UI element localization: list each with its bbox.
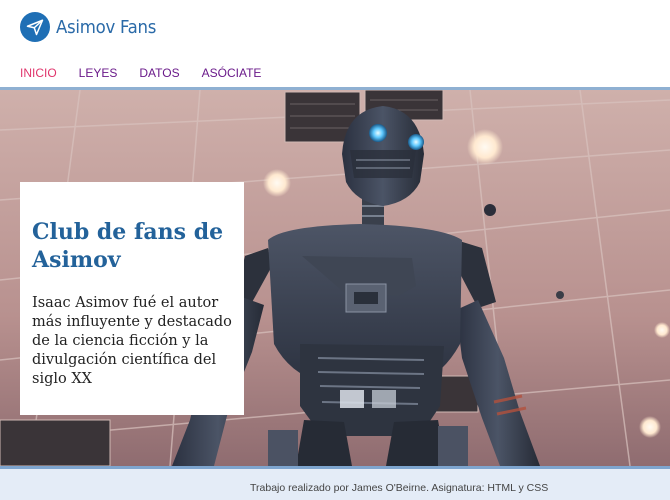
nav-item-leyes[interactable]: LEYES <box>79 66 118 80</box>
nav-item-asociate[interactable]: ASÓCIATE <box>202 66 262 80</box>
intro-card: Club de fans de Asimov Isaac Asimov fué … <box>20 182 244 415</box>
hero-image: Club de fans de Asimov Isaac Asimov fué … <box>0 90 670 466</box>
logo-text: Asimov Fans <box>56 16 157 38</box>
site-header: Asimov Fans INICIO LEYES DATOS ASÓCIATE <box>0 0 670 88</box>
main-nav: INICIO LEYES DATOS ASÓCIATE <box>20 66 261 80</box>
logo[interactable]: Asimov Fans <box>20 12 165 42</box>
footer-text: Trabajo realizado por James O'Beirne. As… <box>250 482 549 494</box>
nav-item-inicio[interactable]: INICIO <box>20 66 57 80</box>
page: Asimov Fans INICIO LEYES DATOS ASÓCIATE <box>0 0 670 500</box>
site-footer: Trabajo realizado por James O'Beirne. As… <box>0 469 670 500</box>
card-text: Isaac Asimov fué el autor más influyente… <box>32 295 232 387</box>
nav-item-datos[interactable]: DATOS <box>139 66 179 80</box>
paper-plane-icon <box>20 12 50 42</box>
card-title: Club de fans de Asimov <box>32 219 224 273</box>
